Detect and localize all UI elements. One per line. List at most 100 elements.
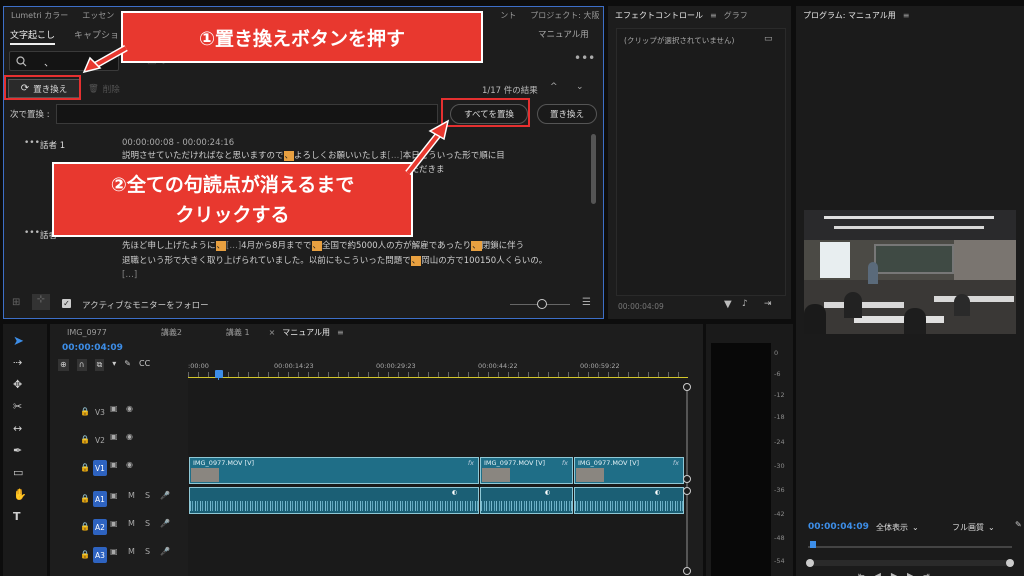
- mute-button[interactable]: M: [128, 519, 135, 528]
- tab-transcript[interactable]: 文字起こし: [10, 28, 56, 45]
- vscroll-handle[interactable]: [683, 383, 691, 391]
- nest-icon[interactable]: ⊕: [58, 359, 69, 371]
- tab-menu-icon[interactable]: ≡: [710, 11, 717, 20]
- track-label-a1[interactable]: A1: [93, 491, 107, 507]
- type-tool-icon[interactable]: T: [13, 510, 21, 523]
- tab-graph[interactable]: グラフ: [717, 10, 755, 21]
- eye-icon[interactable]: ◉: [126, 432, 133, 441]
- program-timecode[interactable]: 00:00:04:09: [808, 522, 869, 532]
- eye-icon[interactable]: ◉: [126, 460, 133, 469]
- caption-tool-icon[interactable]: ⊞: [12, 297, 20, 308]
- speaker-menu-icon[interactable]: •••: [24, 138, 40, 148]
- linked-select-icon[interactable]: ⧉: [94, 359, 105, 371]
- tab-menu-icon[interactable]: ≡: [337, 328, 344, 337]
- lock-icon[interactable]: 🔒: [80, 435, 90, 444]
- caption-track-icon[interactable]: CC: [139, 359, 150, 371]
- lock-icon[interactable]: 🔒: [80, 407, 90, 416]
- program-scrubber[interactable]: [808, 546, 1012, 548]
- lock-icon[interactable]: 🔒: [80, 463, 90, 472]
- video-clip[interactable]: IMG_0977.MOV [V] fx: [189, 457, 479, 484]
- sync-icon[interactable]: ▣: [110, 432, 118, 441]
- eye-icon[interactable]: ◉: [126, 404, 133, 413]
- video-clip[interactable]: IMG_0977.MOV [V] fx: [574, 457, 684, 484]
- scrollbar-thumb-left[interactable]: [806, 559, 814, 567]
- track-label-v1[interactable]: V1: [93, 460, 107, 476]
- program-title[interactable]: プログラム: マニュアル用: [796, 10, 903, 21]
- segment-2-line-1[interactable]: 先ほど申し上げたように、[…]4月から8月までで、全国で約5000人の方が解雇で…: [122, 240, 524, 253]
- sync-icon[interactable]: ▣: [110, 547, 118, 556]
- sync-icon[interactable]: ▣: [110, 519, 118, 528]
- panel-layout-icon[interactable]: ▭: [764, 34, 773, 44]
- tab-seq-lecture1[interactable]: 講義 1: [219, 327, 257, 338]
- timeline-timecode[interactable]: 00:00:04:09: [62, 343, 123, 353]
- search-input[interactable]: 、: [44, 54, 54, 69]
- vscroll-handle[interactable]: [683, 487, 691, 495]
- lock-icon[interactable]: 🔒: [80, 522, 90, 531]
- program-playhead[interactable]: [810, 541, 816, 548]
- timeline-ruler[interactable]: :00:00 00:00:14:23 00:00:29:23 00:00:44:…: [188, 360, 688, 378]
- tab-seq-img0977[interactable]: IMG_0977: [60, 328, 114, 337]
- split-tool-icon[interactable]: ⊹: [32, 294, 50, 310]
- tab-partial[interactable]: ント: [493, 10, 523, 21]
- track-select-icon[interactable]: ⇢: [13, 356, 22, 369]
- replace-one-button[interactable]: 置き換え: [537, 104, 597, 124]
- vscroll-handle[interactable]: [683, 475, 691, 483]
- export-icon[interactable]: ⇥: [764, 299, 772, 309]
- audio-clip[interactable]: ◐: [574, 487, 684, 514]
- ripple-edit-icon[interactable]: ✥: [13, 378, 22, 391]
- sync-icon[interactable]: ▣: [110, 460, 118, 469]
- pen-tool-icon[interactable]: ✒: [13, 444, 22, 457]
- audio-icon[interactable]: ♪: [742, 299, 748, 309]
- lock-icon[interactable]: 🔒: [80, 494, 90, 503]
- mic-icon[interactable]: 🎤: [160, 547, 170, 556]
- replace-input[interactable]: [56, 104, 438, 124]
- vscroll-handle[interactable]: [683, 567, 691, 575]
- filter-icon[interactable]: ▼: [724, 299, 732, 310]
- program-menu-icon[interactable]: ≡: [903, 11, 910, 20]
- mute-button[interactable]: M: [128, 491, 135, 500]
- hand-tool-icon[interactable]: ✋: [13, 488, 27, 501]
- segment-2-line-2[interactable]: 退職という形で大きく取り上げられていました。以前にもこういった問題で、岡山の方で…: [122, 255, 547, 268]
- track-label-a2[interactable]: A2: [93, 519, 107, 535]
- tab-seq-lecture2[interactable]: 講義2: [154, 327, 189, 338]
- wrench-icon[interactable]: ✎: [1015, 520, 1022, 529]
- transport-controls[interactable]: ⇤◀▶▶⇥: [858, 571, 940, 576]
- track-label-v3[interactable]: V3: [93, 404, 107, 420]
- tab-effect-controls[interactable]: エフェクトコントロール: [608, 10, 710, 21]
- tab-lumetri[interactable]: Lumetri カラー: [4, 10, 75, 21]
- follow-monitor-checkbox[interactable]: ✓: [62, 299, 71, 308]
- solo-button[interactable]: S: [145, 547, 150, 556]
- solo-button[interactable]: S: [145, 491, 150, 500]
- playhead-marker[interactable]: [215, 370, 223, 378]
- quality-dropdown[interactable]: フル画質 ⌄: [952, 520, 1012, 534]
- slip-tool-icon[interactable]: ↔: [13, 422, 22, 435]
- razor-tool-icon[interactable]: ✂: [13, 400, 22, 413]
- delete-button[interactable]: 🗑 削除: [88, 81, 120, 96]
- track-label-a3[interactable]: A3: [93, 547, 107, 563]
- zoom-level-dropdown[interactable]: 全体表示 ⌄: [876, 520, 940, 534]
- tab-seq-manual[interactable]: マニュアル用: [275, 327, 337, 338]
- scrollbar-thumb-right[interactable]: [1006, 559, 1014, 567]
- close-tab-icon[interactable]: ×: [269, 328, 276, 337]
- solo-button[interactable]: S: [145, 519, 150, 528]
- tab-project[interactable]: プロジェクト: 大阪: [523, 10, 603, 21]
- sync-icon[interactable]: ▣: [110, 491, 118, 500]
- video-clip[interactable]: IMG_0977.MOV [V] fx: [480, 457, 573, 484]
- settings-sliders-icon[interactable]: ☰: [582, 297, 591, 308]
- transcript-scrollbar[interactable]: [591, 134, 596, 204]
- snap-icon[interactable]: ∩: [76, 359, 87, 371]
- lock-icon[interactable]: 🔒: [80, 550, 90, 559]
- more-options-icon[interactable]: •••: [574, 51, 595, 65]
- rectangle-tool-icon[interactable]: ▭: [13, 466, 23, 479]
- wrench-icon[interactable]: ✎: [124, 359, 131, 371]
- speaker-menu-icon-2[interactable]: •••: [24, 228, 40, 238]
- audio-clip[interactable]: ◐: [480, 487, 573, 514]
- mute-button[interactable]: M: [128, 547, 135, 556]
- audio-clip[interactable]: ◐: [189, 487, 479, 514]
- prev-result-icon[interactable]: ^: [550, 82, 558, 92]
- marker-icon[interactable]: ▾: [112, 359, 116, 371]
- mic-icon[interactable]: 🎤: [160, 491, 170, 500]
- tab-caption[interactable]: キャプショ: [74, 28, 119, 41]
- track-label-v2[interactable]: V2: [93, 432, 107, 448]
- selection-tool-icon[interactable]: ➤: [13, 334, 24, 349]
